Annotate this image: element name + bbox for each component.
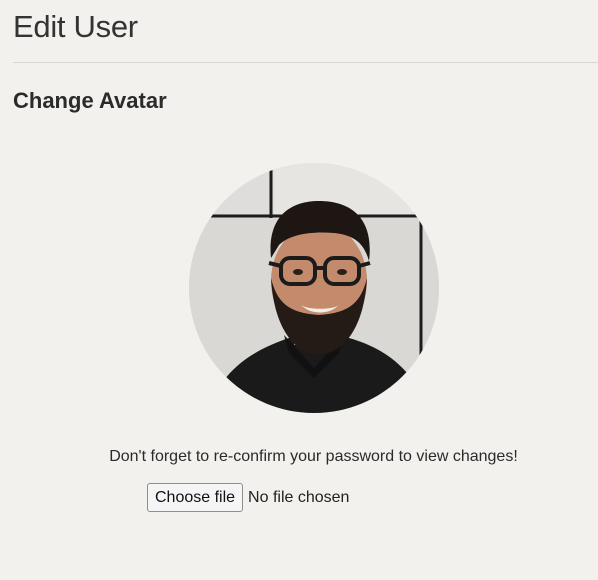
edit-user-page: Edit User Change Avatar Don't forget to …	[0, 0, 598, 580]
page-title: Edit User	[13, 9, 138, 44]
reconfirm-password-hint: Don't forget to re-confirm your password…	[109, 448, 518, 465]
avatar-file-input: Choose file No file chosen	[147, 483, 349, 512]
section-title: Change Avatar	[13, 88, 167, 113]
user-avatar-photo-icon	[189, 163, 439, 413]
header-divider	[13, 62, 598, 63]
file-status-text: No file chosen	[248, 488, 350, 506]
avatar	[189, 163, 439, 413]
choose-file-button[interactable]: Choose file	[147, 483, 244, 512]
